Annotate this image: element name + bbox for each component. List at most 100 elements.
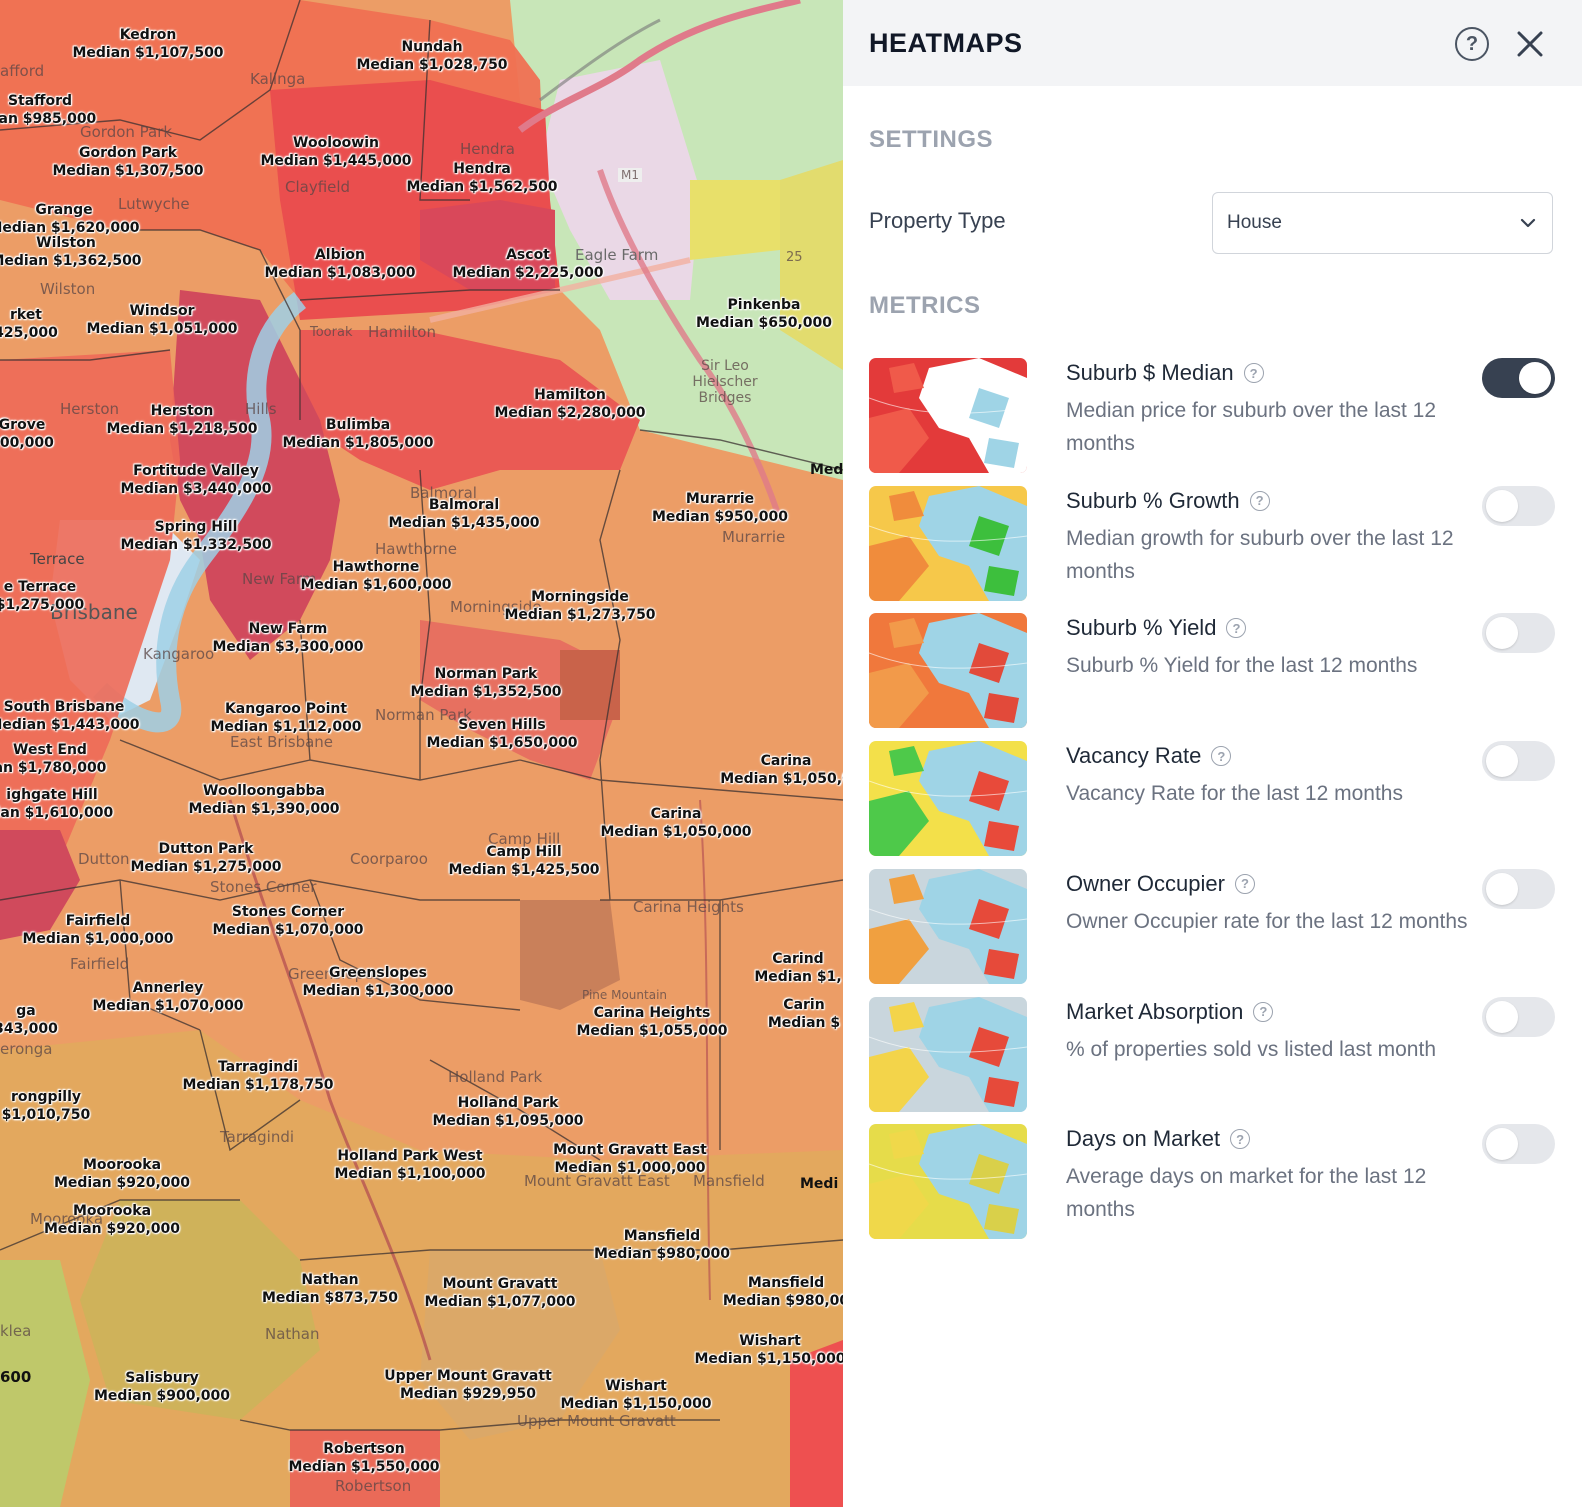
metric-name: Owner Occupier? <box>1066 871 1255 897</box>
suburb-label: Robertson Median $1,550,000 <box>288 1441 440 1475</box>
chevron-down-icon <box>1520 218 1536 228</box>
question-circle-icon[interactable]: ? <box>1211 746 1232 767</box>
metric-toggle[interactable] <box>1482 1124 1555 1165</box>
heatmaps-panel: HEATMAPS ? SETTINGS Property Type House … <box>843 0 1582 1507</box>
metric-row: Market Absorption? % of properties sold v… <box>869 996 1555 1113</box>
suburb-label: Fairfield Median $1,000,000 <box>22 913 174 947</box>
metric-thumbnail <box>869 868 1027 984</box>
metric-row: Suburb $ Median? Median price for suburb … <box>869 358 1555 474</box>
map-place-label: Terrace <box>30 550 85 568</box>
suburb-label: Hawthorne Median $1,600,000 <box>300 559 452 593</box>
metric-toggle[interactable] <box>1482 485 1555 526</box>
metric-name-label: Suburb % Yield <box>1066 615 1217 641</box>
suburb-label: Tarragindi Median $1,178,750 <box>182 1059 334 1093</box>
toggle-knob <box>1486 745 1518 778</box>
metric-name-label: Suburb $ Median <box>1066 360 1234 385</box>
suburb-label: rket 425,000 <box>0 307 58 341</box>
suburb-label: Stafforddian $985,000 <box>0 93 97 127</box>
settings-section-title: SETTINGS <box>869 126 994 153</box>
question-circle-icon[interactable]: ? <box>1234 873 1255 894</box>
map-place-label: Toorak <box>310 325 353 340</box>
toggle-knob <box>1486 872 1518 905</box>
suburb-label: Salisbury Median $900,000 <box>93 1370 231 1404</box>
suburb-label: ighgate Hill lian $1,610,000 <box>0 787 114 821</box>
metric-description: Owner Occupier rate for the last 12 mont… <box>1066 909 1468 933</box>
map-place-label: Nathan <box>265 1325 320 1343</box>
metric-toggle[interactable] <box>1482 358 1555 398</box>
metrics-section-title: METRICS <box>869 292 981 319</box>
suburb-label: Moorooka Median $920,000 <box>43 1203 181 1237</box>
industrial-yellow-area <box>690 180 780 260</box>
help-icon[interactable]: ? <box>1455 27 1489 61</box>
metric-name: Market Absorption? <box>1066 998 1274 1025</box>
metric-description: Vacancy Rate for the last 12 months <box>1066 782 1403 806</box>
question-circle-icon[interactable]: ? <box>1249 490 1270 511</box>
close-icon[interactable] <box>1513 27 1547 61</box>
suburb-label: Camp Hill Median $1,425,500 <box>448 844 600 878</box>
map-place-label: Tarragindi <box>220 1128 295 1146</box>
metric-row: Vacancy Rate? Vacancy Rate for the last 1… <box>869 741 1555 857</box>
map-place-label: Upper Mount Gravatt <box>517 1412 676 1430</box>
property-type-select[interactable]: House <box>1212 192 1553 254</box>
metric-toggle[interactable] <box>1482 741 1555 782</box>
metric-description: Median price for suburb over the last 12… <box>1066 399 1437 455</box>
map-place-label: klea <box>0 1322 32 1340</box>
suburb-label: Greenslopes Median $1,300,000 <box>302 965 454 999</box>
metric-row: Suburb % Yield? Suburb % Yield for the la… <box>869 613 1555 729</box>
suburb-label: Carina Median $1,050,000 <box>600 806 752 840</box>
property-type-value: House <box>1227 212 1282 233</box>
suburb-label: Wishart Median $1,150,000 <box>560 1378 712 1412</box>
suburb-label: Murarrie Median $950,000 <box>651 491 789 525</box>
map-place-label: Kalinga <box>250 70 306 88</box>
toggle-knob <box>1486 1000 1518 1033</box>
question-circle-icon[interactable]: ? <box>1226 618 1247 639</box>
map-place-label: Hamilton <box>368 323 436 341</box>
question-circle-icon[interactable]: ? <box>1243 363 1264 383</box>
suburb-label: Carina Median $1,050,0 <box>720 753 843 787</box>
suburb-label: Hamilton Median $2,280,000 <box>494 387 646 421</box>
question-circle-icon[interactable]: ? <box>1253 1001 1274 1022</box>
metric-toggle[interactable] <box>1482 868 1555 909</box>
map-place-label: Murarrie <box>722 528 786 546</box>
map-place-label: Carina Heights <box>633 898 744 916</box>
suburb-label: Moorooka Median $920,000 <box>53 1157 191 1191</box>
toggle-knob <box>1519 362 1551 394</box>
suburb-label: Seven Hills Median $1,650,000 <box>426 717 578 751</box>
metric-toggle[interactable] <box>1482 996 1555 1037</box>
metric-thumbnail <box>869 1124 1027 1240</box>
question-circle-icon[interactable]: ? <box>1230 1129 1251 1150</box>
suburb-label: Mansfield Median $980,000 <box>593 1228 731 1262</box>
metric-name-label: Market Absorption <box>1066 998 1244 1024</box>
metric-thumbnail <box>869 996 1027 1112</box>
metric-name-label: Days on Market <box>1066 1126 1221 1152</box>
metric-name-label: Vacancy Rate <box>1066 743 1202 769</box>
map-place-label: eronga <box>0 1040 53 1058</box>
metric-name-label: Owner Occupier <box>1066 870 1225 896</box>
panel-title: HEATMAPS <box>869 27 1023 58</box>
map-place-label: 25 <box>786 250 803 265</box>
suburb-label: Nundah Median $1,028,750 <box>356 39 508 73</box>
suburb-label: Fortitude Valley Median $3,440,000 <box>120 463 272 497</box>
map-place-label: M1 <box>618 168 642 182</box>
metric-description: Median growth for suburb over the last 1… <box>1066 526 1454 583</box>
suburb-label: Stones Corner Median $1,070,000 <box>212 904 364 938</box>
heatmap-map[interactable]: afford Kalinga Gordon Park Clayfield Lut… <box>0 0 843 1507</box>
metric-thumbnail <box>869 358 1027 473</box>
suburb-label: Windsor Median $1,051,000 <box>86 303 238 337</box>
metric-name-label: Suburb % Growth <box>1066 487 1240 513</box>
suburb-label: Wooloowin Median $1,445,000 <box>260 135 412 169</box>
suburb-label: Carind Median $1, <box>754 951 842 985</box>
suburb-label: Nathan Median $873,750 <box>261 1272 399 1306</box>
metric-toggle[interactable] <box>1482 613 1555 654</box>
map-place-label: 600 <box>0 1368 32 1386</box>
suburb-label: Grove200,000 <box>0 417 54 451</box>
map-place-label: Stones Corner <box>210 878 317 896</box>
suburb-label: South Brisbane Median $1,443,000 <box>0 699 140 733</box>
suburb-label: West End an $1,780,000 <box>0 742 107 776</box>
toggle-knob <box>1486 489 1518 522</box>
suburb-label: Gordon Park Median $1,307,500 <box>52 145 204 179</box>
metric-description: % of properties sold vs listed last mont… <box>1066 1037 1437 1061</box>
map-place-label: Robertson <box>335 1477 412 1495</box>
map-place-label: Kangaroo <box>143 645 215 663</box>
suburb-label: Carina Heights Median $1,055,000 <box>576 1005 728 1039</box>
